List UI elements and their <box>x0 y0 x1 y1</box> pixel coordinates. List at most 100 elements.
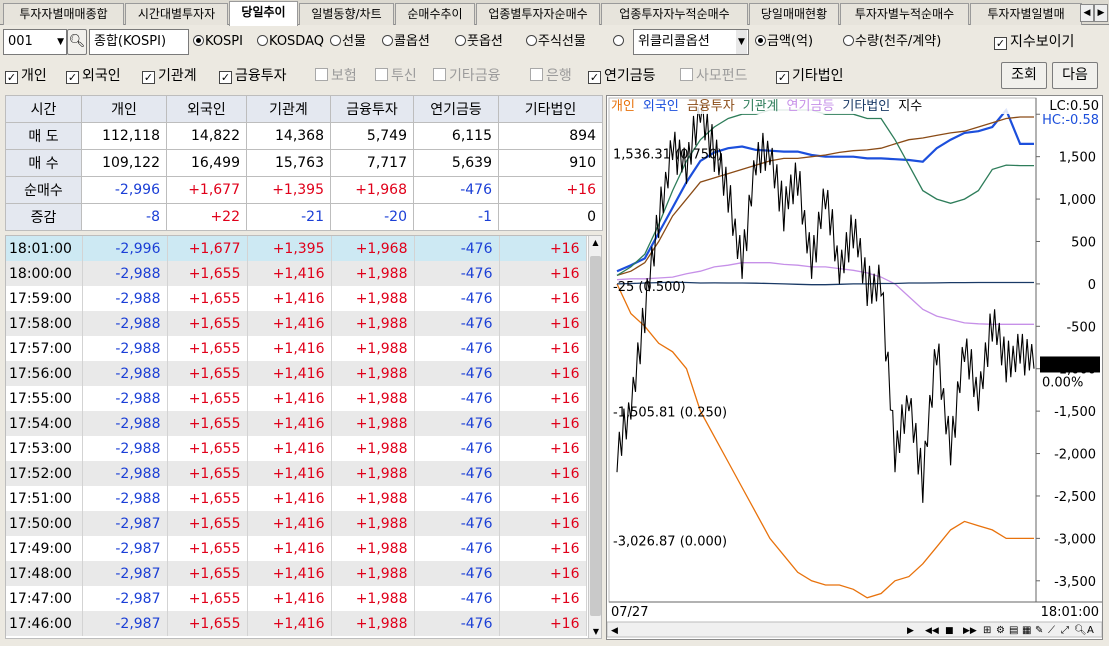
table-row[interactable]: 17:51:00 -2,988 +1,655 +1,416 +1,988 -476 +16 <box>6 486 587 511</box>
list-icon[interactable]: ▤ <box>1009 625 1018 636</box>
radio-dot-icon <box>613 35 624 46</box>
grid-icon[interactable]: ⊞ <box>983 625 991 636</box>
radio-weekly[interactable] <box>613 32 625 52</box>
filter-checkbox-2[interactable]: ✓ 기관계 <box>142 66 197 86</box>
table-row[interactable]: 17:52:00 -2,988 +1,655 +1,416 +1,988 -476 +16 <box>6 461 587 486</box>
summary-header-5: 연기금등 <box>413 95 499 123</box>
scroll-left-icon[interactable]: ◀ <box>611 626 618 636</box>
index-show-checkbox[interactable]: ✓ 지수보이기 <box>994 32 1074 52</box>
tab-6[interactable]: 업종투자자누적순매수 <box>601 3 748 25</box>
table-row[interactable]: 17:54:00 -2,988 +1,655 +1,416 +1,988 -476 +16 <box>6 411 587 436</box>
summary-header-6: 기타법인 <box>498 95 603 123</box>
text-tool-icon[interactable]: A <box>1087 625 1094 636</box>
filter-checkbox-8[interactable]: ✓ 연기금등 <box>588 66 656 86</box>
radio-market-5[interactable]: 주식선물 <box>526 32 586 52</box>
tab-2[interactable]: 당일추이 <box>229 1 298 26</box>
zoom-fit-icon[interactable]: ⤢ <box>1061 625 1069 636</box>
chart-panel[interactable]: 2,0001,5001,0005000-500-1,000-1,500-2,00… <box>606 95 1103 640</box>
table-row[interactable]: 17:53:00 -2,988 +1,655 +1,416 +1,988 -476 +16 <box>6 436 587 461</box>
market-select[interactable]: 종합(KOSPI) <box>89 29 189 55</box>
row-value: +16 <box>499 611 587 636</box>
scroll-up-icon[interactable]: ▲ <box>589 236 601 250</box>
settings-icon[interactable]: ⚙ <box>996 625 1005 636</box>
check-icon: ✓ <box>66 71 79 84</box>
row-value: -476 <box>414 461 500 486</box>
table-row[interactable]: 18:00:00 -2,988 +1,655 +1,416 +1,988 -476 +16 <box>6 261 587 286</box>
summary-cell: -20 <box>330 203 414 231</box>
chevron-down-icon[interactable]: ▼ <box>57 30 64 54</box>
tab-prev-icon[interactable]: ◀ <box>1080 4 1094 22</box>
tab-3[interactable]: 일별동향/차트 <box>299 3 394 25</box>
filter-checkbox-3[interactable]: ✓ 금융투자 <box>219 66 287 86</box>
table-row[interactable]: 17:48:00 -2,987 +1,655 +1,416 +1,988 -476 +16 <box>6 561 587 586</box>
scroll-right-icon[interactable]: ▶ <box>907 626 914 636</box>
tab-8[interactable]: 투자자별누적순매수 <box>840 3 969 25</box>
row-value: +1,416 <box>247 511 332 536</box>
row-time: 18:01:00 <box>6 236 83 261</box>
radio-unit-0[interactable]: 금액(억) <box>755 32 813 52</box>
scroll-down-icon[interactable]: ▼ <box>589 627 601 636</box>
row-value: +1,655 <box>167 336 248 361</box>
chevron-down-icon[interactable]: ▼ <box>736 30 747 54</box>
radio-market-2[interactable]: 선물 <box>330 32 366 52</box>
table-row[interactable]: 17:58:00 -2,988 +1,655 +1,416 +1,988 -476 +16 <box>6 311 587 336</box>
table-row[interactable]: 17:49:00 -2,987 +1,655 +1,416 +1,988 -476 +16 <box>6 536 587 561</box>
x-start-label: 07/27 <box>611 605 648 620</box>
search-icon[interactable]: 🔍︎ <box>67 29 87 55</box>
filter-checkbox-1[interactable]: ✓ 외국인 <box>66 66 121 86</box>
scroll-thumb[interactable] <box>590 256 601 616</box>
table-icon[interactable]: ▦ <box>1022 625 1031 636</box>
vertical-scrollbar[interactable]: ▲ ▼ <box>588 236 601 638</box>
tab-7[interactable]: 당일매매현황 <box>749 3 839 25</box>
tab-9[interactable]: 투자자별일별매 <box>970 3 1082 25</box>
annotation-label: 1,536.31 (0.750) <box>613 148 722 163</box>
filter-checkbox-10[interactable]: ✓ 기타법인 <box>776 66 844 86</box>
investor-trend-chart[interactable]: 2,0001,5001,0005000-500-1,000-1,500-2,00… <box>606 96 1103 639</box>
zoom-icon[interactable]: 🔍︎ <box>1074 624 1087 636</box>
radio-market-0[interactable]: KOSPI <box>193 32 243 52</box>
table-row[interactable]: 17:59:00 -2,988 +1,655 +1,416 +1,988 -476 +16 <box>6 286 587 311</box>
annotation-label: -25 (0.500) <box>613 280 686 295</box>
summary-cell: +22 <box>166 203 247 231</box>
row-value: +16 <box>499 411 587 436</box>
next-button[interactable]: 다음 <box>1052 62 1098 89</box>
code-input[interactable]: 001 ▼ <box>3 29 67 55</box>
table-row[interactable]: 17:57:00 -2,988 +1,655 +1,416 +1,988 -476 +16 <box>6 336 587 361</box>
table-row[interactable]: 17:56:00 -2,988 +1,655 +1,416 +1,988 -476 +16 <box>6 361 587 386</box>
weekly-option-select[interactable]: 위클리콜옵션 ▼ <box>633 29 749 55</box>
summary-cell: 894 <box>498 122 603 150</box>
table-row[interactable]: 17:50:00 -2,987 +1,655 +1,416 +1,988 -476 +16 <box>6 511 587 536</box>
stop-icon[interactable]: ■ <box>945 626 954 636</box>
line-tool-icon[interactable]: ⟋ <box>1048 625 1055 636</box>
tab-5[interactable]: 업종별투자자순매수 <box>476 3 600 25</box>
toolbar-row: 001 ▼ 🔍︎ 종합(KOSPI) KOSPI KOSDAQ 선물 콜옵션 풋옵션 주식선… <box>0 26 1109 58</box>
table-row[interactable]: 17:47:00 -2,987 +1,655 +1,416 +1,988 -476 +16 <box>6 586 587 611</box>
table-row[interactable]: 17:46:00 -2,987 +1,655 +1,416 +1,988 -476 +16 <box>6 611 587 636</box>
tab-0[interactable]: 투자자별매매종합 <box>3 3 124 25</box>
annotation-label: -1,505.81 (0.250) <box>613 406 727 421</box>
summary-cell: 5,639 <box>413 149 499 177</box>
summary-row-label: 증감 <box>5 203 82 231</box>
check-icon: ✓ <box>776 71 789 84</box>
row-value: +1,416 <box>247 436 332 461</box>
tab-next-icon[interactable]: ▶ <box>1094 4 1108 22</box>
radio-market-3[interactable]: 콜옵션 <box>382 32 430 52</box>
table-row[interactable]: 18:01:00 -2,996 +1,677 +1,395 +1,968 -476 +16 <box>6 236 587 261</box>
row-value: +1,988 <box>331 586 415 611</box>
radio-market-4[interactable]: 풋옵션 <box>455 32 503 52</box>
filter-checkbox-0[interactable]: ✓ 개인 <box>5 66 47 86</box>
radio-market-1[interactable]: KOSDAQ <box>257 32 324 52</box>
filter-label: 기관계 <box>158 68 197 84</box>
draw-icon[interactable]: ✎ <box>1035 625 1043 636</box>
fast-forward-icon[interactable]: ▶▶ <box>963 626 977 636</box>
row-value: -476 <box>414 286 500 311</box>
time-list[interactable]: 18:01:00 -2,996 +1,677 +1,395 +1,968 -476 +16 1… <box>5 235 602 639</box>
rewind-icon[interactable]: ◀◀ <box>925 626 939 636</box>
radio-unit-1[interactable]: 수량(천주/계약) <box>843 32 941 52</box>
query-button[interactable]: 조회 <box>1001 62 1047 89</box>
tab-4[interactable]: 순매수추이 <box>395 3 475 25</box>
summary-cell: 109,122 <box>81 149 167 177</box>
tab-1[interactable]: 시간대별투자자 <box>125 3 228 25</box>
table-row[interactable]: 17:55:00 -2,988 +1,655 +1,416 +1,988 -476 +16 <box>6 386 587 411</box>
legend-item: 금융투자 <box>686 99 735 114</box>
